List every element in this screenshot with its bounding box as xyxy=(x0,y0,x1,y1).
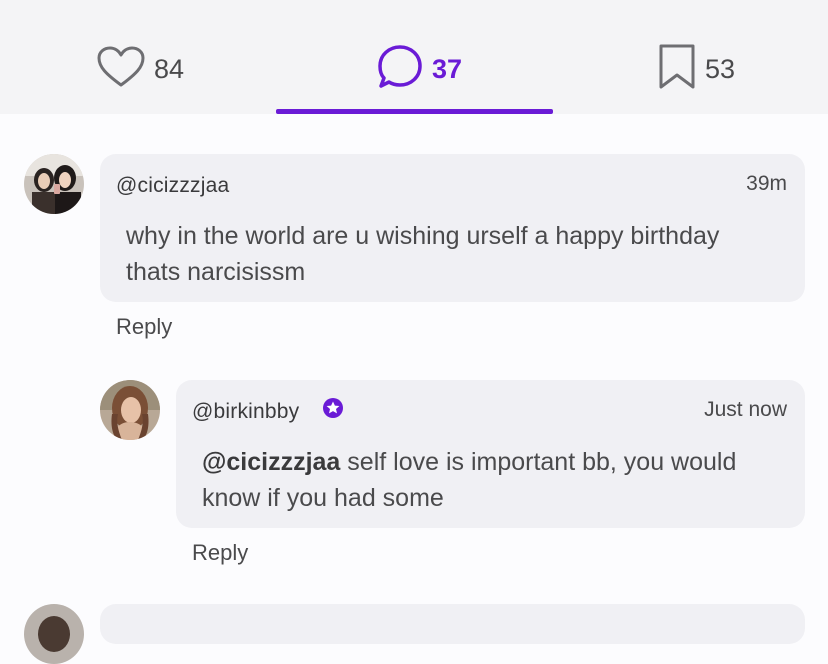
reply-text: @cicizzzjaa self love is important bb, y… xyxy=(202,444,762,516)
like-count: 84 xyxy=(154,53,185,84)
save-button[interactable]: 53 xyxy=(657,44,735,94)
save-count: 53 xyxy=(705,53,736,84)
heart-icon xyxy=(96,45,146,94)
reply-button[interactable]: Reply xyxy=(116,314,172,340)
avatar[interactable] xyxy=(24,604,84,664)
reply-button[interactable]: Reply xyxy=(192,540,248,566)
comment-count: 37 xyxy=(432,53,463,84)
active-tab-indicator xyxy=(276,109,553,114)
comment-text: why in the world are u wishing urself a … xyxy=(126,222,720,286)
mention-link[interactable]: @cicizzzjaa xyxy=(202,448,340,476)
post-action-bar: 84 37 53 xyxy=(0,0,828,114)
reply-bubble: @birkinbby Just now @cicizzzjaa self lov… xyxy=(176,380,805,528)
bookmark-icon xyxy=(657,43,697,96)
comment-bubble-icon xyxy=(376,43,424,96)
comment-timestamp: 39m xyxy=(746,172,787,195)
verified-badge-icon xyxy=(322,397,344,424)
reply-username[interactable]: @birkinbby xyxy=(192,400,299,424)
like-button[interactable]: 84 xyxy=(96,44,184,94)
avatar[interactable] xyxy=(24,154,84,214)
comment-username[interactable]: @cicizzzjaa xyxy=(116,174,229,198)
comment-bubble: @cicizzzjaa 39m why in the world are u w… xyxy=(100,154,805,302)
reply-timestamp: Just now xyxy=(704,398,787,421)
comment-bubble xyxy=(100,604,805,644)
avatar[interactable] xyxy=(100,380,160,440)
comments-tab[interactable]: 37 xyxy=(376,44,462,94)
